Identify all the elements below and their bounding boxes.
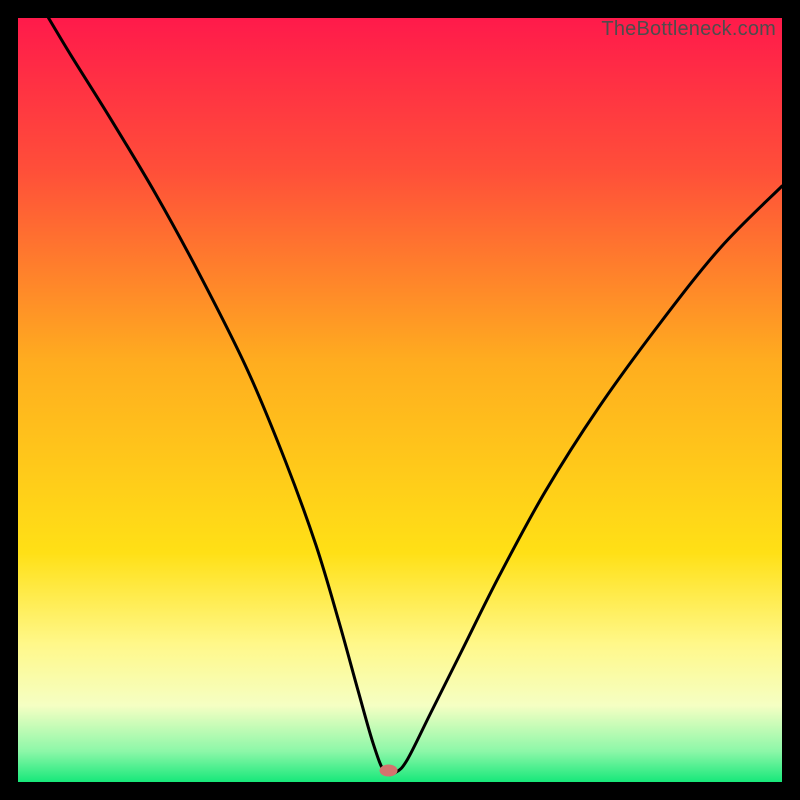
chart-frame: TheBottleneck.com [18, 18, 782, 782]
optimum-marker [380, 765, 398, 777]
gradient-background [18, 18, 782, 782]
watermark-text: TheBottleneck.com [601, 18, 776, 41]
bottleneck-chart [18, 18, 782, 782]
